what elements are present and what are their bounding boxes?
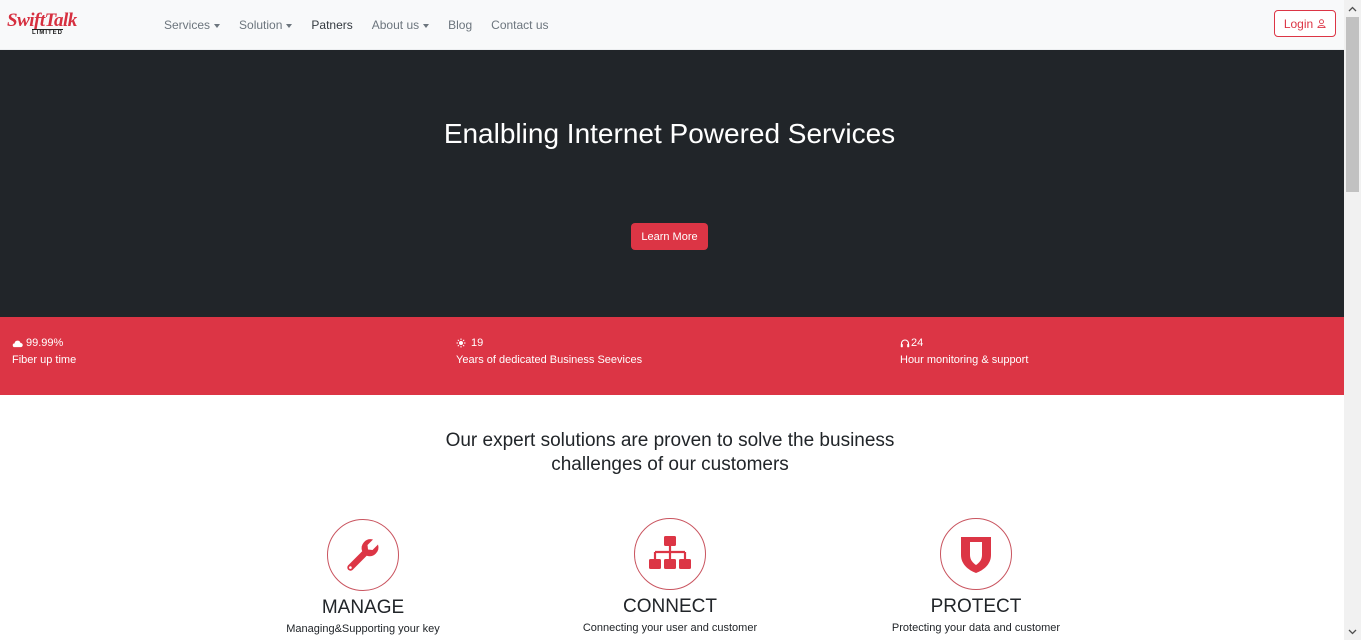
scroll-down-arrow[interactable]	[1344, 623, 1361, 640]
shield-icon	[961, 537, 991, 573]
stat-value: 99.99%	[26, 337, 64, 349]
nav-item-label: About us	[371, 18, 420, 32]
card-title: MANAGE	[321, 597, 405, 618]
stat-value-row: 99.99%	[12, 336, 76, 350]
stat-label: Years of dedicated Business Seevices	[456, 354, 643, 366]
nav-item-label: Solution	[239, 18, 283, 32]
chevron-down-icon	[286, 23, 293, 28]
headphones-icon	[900, 339, 910, 348]
chevron-down-icon	[1348, 629, 1357, 634]
hero-title: Enalbling Internet Powered Services	[443, 118, 896, 149]
solution-card-protect: PROTECT Protecting your data and custome…	[876, 518, 1076, 634]
icon-circle	[940, 518, 1012, 590]
learn-more-button[interactable]: Learn More	[631, 223, 708, 250]
nav-item-label: Contact us	[491, 18, 549, 32]
main-nav: Services Solution Patners About us Blog …	[164, 0, 568, 50]
chevron-down-icon	[214, 23, 221, 28]
stats-band: 99.99% Fiber up time 19 Years of dedicat…	[0, 317, 1344, 395]
stat-uptime: 99.99% Fiber up time	[12, 336, 76, 366]
nav-item-label: Services	[164, 18, 211, 32]
nav-item-label: Patners	[311, 18, 353, 32]
stat-value: 24	[911, 337, 924, 349]
chevron-down-icon	[423, 23, 430, 28]
solutions-heading-line2: challenges of our customers	[551, 454, 789, 475]
brand-logo[interactable]: SwiftTalk LIMITED	[7, 10, 77, 40]
card-text: Connecting your user and customer	[582, 622, 758, 634]
scroll-up-arrow[interactable]	[1344, 0, 1361, 17]
card-text: Managing&Supporting your key	[286, 623, 440, 635]
hero-section: Enalbling Internet Powered Services Lear…	[0, 50, 1344, 317]
stat-label: Fiber up time	[12, 354, 77, 366]
chevron-up-icon	[1348, 6, 1357, 11]
solution-card-manage: MANAGE Managing&Supporting your key	[263, 519, 463, 635]
scrollbar-thumb[interactable]	[1346, 17, 1359, 192]
nav-item-services[interactable]: Services	[164, 18, 221, 32]
nav-item-label: Blog	[448, 18, 473, 32]
nav-item-patners[interactable]: Patners	[311, 18, 352, 32]
stat-support: 24 Hour monitoring & support	[900, 336, 1028, 366]
brand-subtitle: LIMITED	[32, 29, 63, 36]
nav-item-solution[interactable]: Solution	[239, 18, 293, 32]
card-text: Protecting your data and customer	[891, 622, 1061, 634]
sun-icon	[456, 338, 466, 348]
solution-card-connect: CONNECT Connecting your user and custome…	[570, 518, 770, 634]
nav-item-contact-us[interactable]: Contact us	[491, 18, 548, 32]
navbar: SwiftTalk LIMITED Services Solution Patn…	[0, 0, 1344, 50]
wrench-icon	[347, 539, 379, 571]
cloud-icon	[12, 340, 23, 347]
solutions-heading-line1: Our expert solutions are proven to solve…	[445, 430, 895, 451]
stat-years: 19 Years of dedicated Business Seevices	[456, 336, 642, 366]
stat-value-row: 19	[456, 336, 642, 350]
stat-label: Hour monitoring & support	[900, 354, 1029, 366]
nav-item-blog[interactable]: Blog	[448, 18, 472, 32]
login-label: Login	[1283, 16, 1314, 31]
stat-value: 19	[471, 337, 484, 349]
login-button[interactable]: Login	[1274, 10, 1336, 37]
icon-circle	[634, 518, 706, 590]
page-scrollbar[interactable]	[1344, 0, 1361, 640]
user-icon	[1317, 19, 1326, 28]
card-title: PROTECT	[930, 596, 1022, 617]
nav-item-about-us[interactable]: About us	[371, 18, 430, 32]
network-icon	[649, 536, 691, 569]
stat-value-row: 24	[900, 336, 1028, 350]
card-title: CONNECT	[623, 596, 717, 617]
icon-circle	[327, 519, 399, 591]
solutions-heading: Our expert solutions are proven to solve…	[420, 429, 920, 477]
